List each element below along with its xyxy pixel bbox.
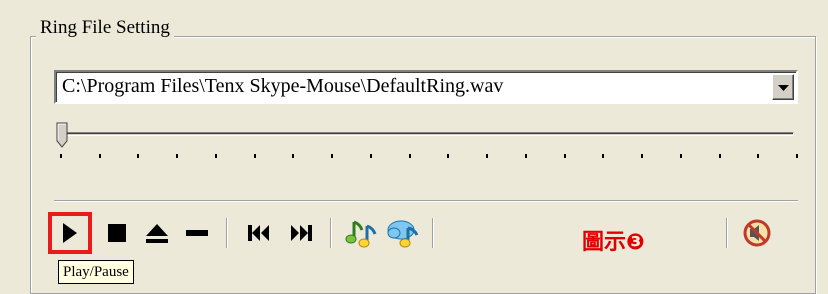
slider-tick xyxy=(98,154,101,158)
skip-back-icon xyxy=(248,225,269,241)
slider-tick xyxy=(447,154,450,158)
slider-tick xyxy=(486,154,489,158)
slider-tick xyxy=(214,154,217,158)
ring-file-path: C:\Program Files\Tenx Skype-Mouse\Defaul… xyxy=(62,75,504,97)
slider-thumb[interactable] xyxy=(56,122,68,148)
slider-track xyxy=(62,132,794,136)
play-icon xyxy=(63,223,77,243)
slider-tick xyxy=(408,154,411,158)
figure-annotation-label: 圖示❸ xyxy=(582,230,645,255)
music-notes-icon xyxy=(345,220,377,248)
no-sound-icon xyxy=(743,219,771,247)
dropdown-button[interactable] xyxy=(772,74,794,100)
next-track-button[interactable] xyxy=(284,216,318,250)
slider-tick xyxy=(60,154,62,158)
separator xyxy=(54,200,798,202)
toolbar-separator xyxy=(330,218,332,248)
skip-forward-icon xyxy=(291,225,312,241)
mute-button[interactable] xyxy=(740,216,774,250)
slider-tick xyxy=(137,154,140,158)
stop-button[interactable] xyxy=(100,216,134,250)
music-cloud-icon xyxy=(387,220,419,248)
music-note-cloud-button[interactable] xyxy=(386,216,420,250)
eject-icon xyxy=(146,224,168,243)
play-pause-button[interactable] xyxy=(48,212,92,254)
slider-ticks xyxy=(54,154,798,160)
eject-button[interactable] xyxy=(140,216,174,250)
toolbar xyxy=(46,212,806,258)
minus-button[interactable] xyxy=(180,216,214,250)
slider-tick xyxy=(796,154,798,158)
minus-icon xyxy=(186,230,208,236)
slider-tick xyxy=(757,154,760,158)
toolbar-separator xyxy=(226,218,228,248)
slider-tick xyxy=(718,154,721,158)
slider-tick xyxy=(602,154,605,158)
slider-tick xyxy=(253,154,256,158)
group-title: Ring File Setting xyxy=(36,17,174,39)
music-notes-button[interactable] xyxy=(344,216,378,250)
chevron-down-icon xyxy=(778,85,789,91)
stop-icon xyxy=(108,224,126,242)
slider-tick xyxy=(176,154,179,158)
ring-file-combobox[interactable]: C:\Program Files\Tenx Skype-Mouse\Defaul… xyxy=(54,70,798,104)
slider-tick xyxy=(641,154,644,158)
previous-track-button[interactable] xyxy=(242,216,276,250)
slider-tick xyxy=(369,154,372,158)
slider-tick xyxy=(524,154,527,158)
toolbar-separator xyxy=(432,218,434,248)
slider-tick xyxy=(563,154,566,158)
slider-tick xyxy=(331,154,334,158)
slider-tick xyxy=(679,154,682,158)
slider-tick xyxy=(292,154,295,158)
toolbar-separator xyxy=(726,218,728,248)
playback-slider[interactable] xyxy=(54,122,798,162)
tooltip: Play/Pause xyxy=(58,260,134,284)
